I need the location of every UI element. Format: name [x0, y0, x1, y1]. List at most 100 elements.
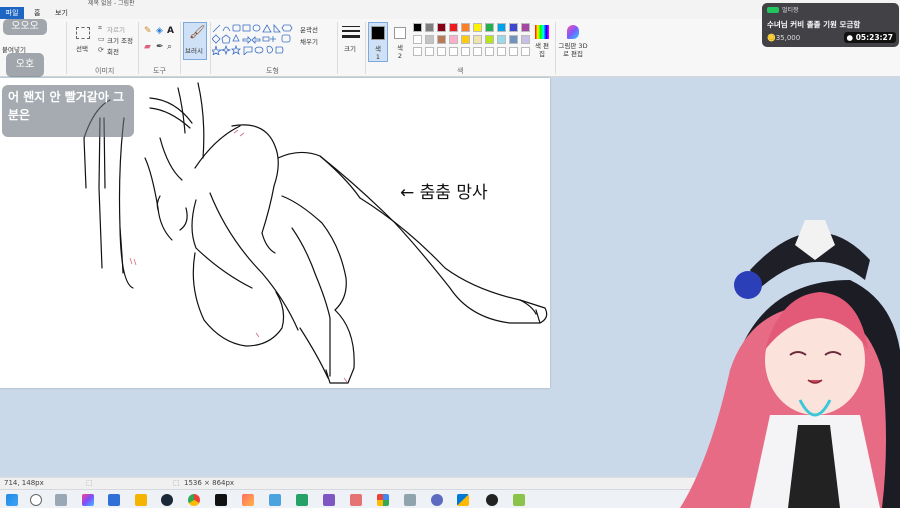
- color-swatch[interactable]: [449, 35, 458, 44]
- app-icon[interactable]: [350, 494, 362, 506]
- custom-color-swatch[interactable]: [521, 47, 530, 56]
- brushes-button[interactable]: 🖌 브러시: [183, 22, 207, 60]
- resize-button[interactable]: 크기 조정: [107, 35, 133, 45]
- color-swatch[interactable]: [521, 23, 530, 32]
- cursor-position: 714, 148px: [4, 479, 44, 487]
- file-explorer-icon[interactable]: [135, 494, 147, 506]
- outline-button[interactable]: 윤곽선: [300, 24, 318, 34]
- start-icon[interactable]: [6, 494, 18, 506]
- app-icon[interactable]: [404, 494, 416, 506]
- size-label: 크기: [344, 45, 356, 53]
- color-swatch[interactable]: [437, 35, 446, 44]
- color-swatch[interactable]: [485, 35, 494, 44]
- color-swatch[interactable]: [473, 35, 482, 44]
- shapes-gallery[interactable]: [209, 23, 294, 56]
- custom-color-swatch[interactable]: [449, 47, 458, 56]
- donation-title: 수녀님 커비 졸졸 기원 모금함: [767, 20, 861, 29]
- rotate-icon: ⟳: [98, 46, 104, 54]
- crop-button[interactable]: 자르기: [107, 24, 125, 34]
- color-swatch[interactable]: [461, 23, 470, 32]
- color-palette: [413, 23, 533, 63]
- fill-button[interactable]: 채우기: [300, 36, 318, 46]
- app-icon[interactable]: [457, 494, 469, 506]
- custom-color-swatch[interactable]: [497, 47, 506, 56]
- custom-color-swatch[interactable]: [509, 47, 518, 56]
- app-icon[interactable]: [323, 494, 335, 506]
- custom-color-swatch[interactable]: [425, 47, 434, 56]
- steam-icon[interactable]: [161, 494, 173, 506]
- select-icon[interactable]: [76, 27, 90, 39]
- app-icon[interactable]: [431, 494, 443, 506]
- eraser-icon[interactable]: ▰: [144, 43, 151, 52]
- color-swatch[interactable]: [461, 35, 470, 44]
- color-swatch[interactable]: [509, 35, 518, 44]
- sketch-annotation: ← 춤춤 망사: [400, 183, 488, 203]
- app-icon[interactable]: [242, 494, 254, 506]
- color-swatch[interactable]: [425, 23, 434, 32]
- colors-group-label: 색: [457, 67, 464, 75]
- donation-user: 멀티짱: [782, 7, 799, 14]
- paint3d-button[interactable]: 그림판 3D로 편집: [558, 23, 588, 63]
- color-swatch[interactable]: [449, 23, 458, 32]
- magnifier-icon[interactable]: ⌕: [167, 43, 172, 52]
- custom-color-swatch[interactable]: [473, 47, 482, 56]
- separator: [555, 22, 556, 74]
- separator: [66, 22, 67, 74]
- separator: [210, 22, 211, 74]
- chrome-icon[interactable]: [188, 494, 200, 506]
- separator: [138, 22, 139, 74]
- paint-icon[interactable]: [513, 494, 525, 506]
- fill-icon[interactable]: ◈: [156, 27, 163, 36]
- app-icon[interactable]: [269, 494, 281, 506]
- separator: [337, 22, 338, 74]
- stream-timer-value: 05:23:27: [855, 33, 893, 42]
- app-icon[interactable]: [377, 494, 389, 506]
- app-icon[interactable]: [296, 494, 308, 506]
- edit-colors-label: 색 편집: [534, 42, 550, 58]
- size-line-thin: [342, 26, 360, 27]
- copilot-icon[interactable]: [82, 494, 94, 506]
- vtuber-avatar: [680, 220, 900, 508]
- color-picker-icon[interactable]: ✒: [156, 43, 164, 52]
- menu-view[interactable]: 보기: [55, 7, 68, 19]
- color-swatch[interactable]: [437, 23, 446, 32]
- text-icon[interactable]: A: [167, 27, 174, 36]
- app-icon[interactable]: [215, 494, 227, 506]
- rotate-button[interactable]: 회전: [107, 46, 119, 56]
- custom-color-swatch[interactable]: [461, 47, 470, 56]
- color-swatch[interactable]: [425, 35, 434, 44]
- crop-icon: ⌗: [98, 24, 102, 32]
- color-swatch[interactable]: [497, 35, 506, 44]
- task-view-icon[interactable]: [55, 494, 67, 506]
- custom-color-swatch[interactable]: [413, 47, 422, 56]
- color-swatch[interactable]: [509, 23, 518, 32]
- color-swatch[interactable]: [413, 35, 422, 44]
- menu-file[interactable]: 파일: [0, 7, 24, 19]
- color-swatch[interactable]: [521, 35, 530, 44]
- media-player-icon[interactable]: [486, 494, 498, 506]
- donation-widget: 멀티짱 수녀님 커비 졸졸 기원 모금함 🪙35,000 ● 05:23:27: [762, 3, 899, 47]
- color-swatch[interactable]: [485, 23, 494, 32]
- edit-colors-button[interactable]: 색 편집: [533, 23, 551, 63]
- custom-color-swatch[interactable]: [437, 47, 446, 56]
- chat-chip: 오호: [6, 53, 44, 77]
- custom-color-swatch[interactable]: [485, 47, 494, 56]
- color-swatch[interactable]: [413, 23, 422, 32]
- color2-label: 색 2: [397, 44, 403, 60]
- menu-home[interactable]: 홈: [34, 7, 40, 19]
- stream-timer: ● 05:23:27: [843, 32, 896, 43]
- color2-button[interactable]: 색 2: [391, 22, 411, 62]
- separator: [365, 22, 366, 74]
- search-icon[interactable]: [30, 494, 42, 506]
- size-line-medium: [342, 30, 360, 32]
- pencil-icon[interactable]: ✎: [144, 27, 152, 36]
- color-swatch[interactable]: [473, 23, 482, 32]
- color2-swatch: [394, 27, 406, 39]
- edit-colors-icon: [535, 25, 549, 39]
- select-button[interactable]: 선택: [76, 43, 88, 53]
- app-icon[interactable]: [108, 494, 120, 506]
- color1-button[interactable]: 색 1: [368, 22, 388, 62]
- size-button[interactable]: 크기: [341, 24, 361, 64]
- color-swatch[interactable]: [497, 23, 506, 32]
- chat-chip: 오오오: [3, 19, 47, 35]
